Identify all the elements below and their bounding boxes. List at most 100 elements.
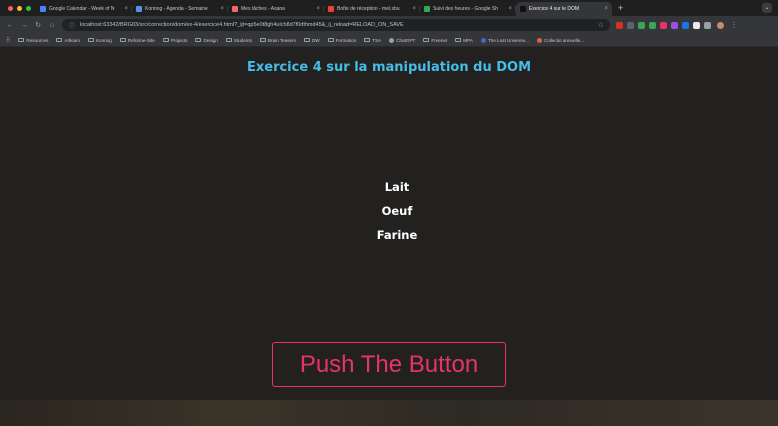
- bookmark-label: TSA: [372, 37, 382, 43]
- browser-tab[interactable]: Konnog - Agenda - Semaine ×: [132, 2, 228, 16]
- extension-icon[interactable]: [616, 21, 623, 29]
- browser-tab[interactable]: Exercice 4 sur le DOM ×: [516, 2, 612, 16]
- address-bar[interactable]: ⓘ localhost:63342/BRG03/src/correction/d…: [62, 19, 610, 31]
- bookmark-item[interactable]: MPA: [455, 38, 473, 43]
- bookmark-item[interactable]: Reforme-Site: [119, 37, 155, 43]
- bookmark-item[interactable]: Formation: [327, 37, 357, 43]
- folder-icon: [162, 38, 169, 42]
- bookmark-label: DW: [311, 37, 320, 43]
- window-controls: [0, 5, 36, 11]
- site-favicon-icon: [536, 37, 542, 43]
- maximize-window-button[interactable]: [26, 5, 31, 11]
- folder-icon: [455, 38, 462, 42]
- more-menu-icon[interactable]: ⋮: [730, 21, 738, 29]
- close-tab-icon[interactable]: ×: [124, 6, 128, 12]
- extension-icon[interactable]: [682, 21, 689, 29]
- ingredient-list: Lait Oeuf Farine: [0, 175, 778, 247]
- extension-icon[interactable]: [649, 21, 656, 29]
- folder-icon: [303, 38, 310, 42]
- list-item: Farine: [376, 228, 418, 242]
- bookmark-item[interactable]: Konnog: [87, 37, 112, 43]
- bookmark-label: Design: [203, 37, 218, 43]
- reload-icon[interactable]: ↻: [34, 21, 42, 29]
- tab-strip: Google Calendar - Week of N × Konnog - Age…: [0, 0, 778, 16]
- home-icon[interactable]: ⌂: [48, 22, 56, 29]
- close-tab-icon[interactable]: ×: [604, 6, 608, 12]
- close-tab-icon[interactable]: ×: [412, 6, 416, 12]
- extension-icon[interactable]: [660, 21, 667, 29]
- bookmark-item[interactable]: Design: [195, 37, 218, 43]
- new-tab-button[interactable]: +: [612, 3, 623, 13]
- bookmark-item[interactable]: Collectio annuelle...: [536, 37, 585, 43]
- browser-tab[interactable]: Boîte de réception - mel.sbu ×: [324, 2, 420, 16]
- site-favicon-icon: [480, 37, 486, 43]
- bookmark-label: Collectio annuelle...: [543, 37, 585, 43]
- tab-favicon-icon: [136, 6, 142, 12]
- extensions-bar: [616, 21, 711, 29]
- folder-icon: [18, 38, 25, 42]
- bookmark-label: Formation: [335, 37, 357, 43]
- bookmark-item[interactable]: ChatGPT: [389, 37, 415, 43]
- folder-icon: [119, 38, 126, 42]
- close-window-button[interactable]: [8, 5, 13, 11]
- folder-icon: [423, 38, 430, 42]
- back-arrow-icon[interactable]: ←: [6, 22, 14, 29]
- tab-search-icon[interactable]: ⌄: [762, 3, 772, 13]
- bookmark-label: The Lost Universe...: [487, 37, 529, 43]
- bookmark-item[interactable]: Resources: [18, 38, 48, 43]
- close-tab-icon[interactable]: ×: [220, 6, 224, 12]
- bookmark-label: MPA: [463, 37, 473, 43]
- extension-icon[interactable]: [627, 21, 634, 29]
- extension-icon[interactable]: [638, 21, 645, 29]
- list-item: Oeuf: [381, 204, 413, 218]
- close-tab-icon[interactable]: ×: [316, 6, 320, 12]
- site-favicon-icon: [389, 37, 395, 43]
- tab-favicon-icon: [520, 6, 526, 12]
- bookmark-label: Students: [233, 37, 252, 43]
- bookmark-label: Projects: [170, 37, 188, 43]
- page-content: Exercice 4 sur la manipulation du DOM La…: [0, 47, 778, 400]
- bookmark-item[interactable]: Freenet: [423, 38, 447, 43]
- forward-arrow-icon[interactable]: →: [20, 22, 28, 29]
- push-the-button[interactable]: Push The Button: [272, 342, 506, 387]
- site-info-icon[interactable]: ⓘ: [68, 21, 76, 30]
- browser-tab[interactable]: Suivi des heures - Google Sh ×: [420, 2, 516, 16]
- extension-icon[interactable]: [704, 21, 711, 29]
- bookmark-label: Freenet: [431, 37, 448, 43]
- folder-icon: [327, 38, 334, 42]
- bookmark-label: Brain Teasers: [267, 37, 296, 43]
- tab-title: Suivi des heures - Google Sh: [433, 6, 499, 12]
- folder-icon: [225, 38, 232, 42]
- bookmark-label: Konnog: [95, 37, 112, 43]
- bookmarks-bar: ⠿ Resources Artkiam Konnog Reforme-Site Proj…: [0, 34, 778, 47]
- bookmark-star-icon[interactable]: ☆: [598, 21, 604, 29]
- tab-title: Exercice 4 sur le DOM: [529, 6, 580, 12]
- bookmark-item[interactable]: Students: [225, 37, 252, 43]
- page-title: Exercice 4 sur la manipulation du DOM: [246, 60, 532, 75]
- browser-tab[interactable]: Google Calendar - Week of N ×: [36, 2, 132, 16]
- bookmark-label: Reforme-Site: [127, 37, 155, 43]
- extension-icon[interactable]: [671, 21, 678, 29]
- folder-icon: [87, 38, 94, 42]
- url-text[interactable]: localhost:63342/BRG03/src/correction/dom…: [80, 22, 594, 28]
- tab-title: Boîte de réception - mel.sbu: [337, 6, 400, 12]
- minimize-window-button[interactable]: [17, 5, 22, 11]
- tab-title: Mes tâches - Asana: [241, 6, 285, 12]
- profile-avatar[interactable]: [717, 21, 724, 29]
- tabs: Google Calendar - Week of N × Konnog - Age…: [36, 0, 612, 16]
- apps-grid-icon[interactable]: ⠿: [6, 37, 10, 44]
- extension-icon[interactable]: [693, 21, 700, 29]
- browser-tab[interactable]: Mes tâches - Asana ×: [228, 2, 324, 16]
- bookmark-item[interactable]: Projects: [162, 37, 188, 43]
- bookmark-item[interactable]: Artkiam: [56, 38, 80, 43]
- desktop-wallpaper-strip: [0, 400, 778, 426]
- tab-favicon-icon: [40, 6, 46, 12]
- folder-icon: [364, 38, 371, 42]
- close-tab-icon[interactable]: ×: [508, 6, 512, 12]
- bookmark-item[interactable]: TSA: [364, 38, 381, 43]
- list-item: Lait: [384, 180, 410, 194]
- bookmark-item[interactable]: Brain Teasers: [259, 37, 296, 43]
- bookmark-item[interactable]: The Lost Universe...: [480, 37, 529, 43]
- bookmark-item[interactable]: DW: [303, 37, 320, 43]
- folder-icon: [195, 38, 202, 42]
